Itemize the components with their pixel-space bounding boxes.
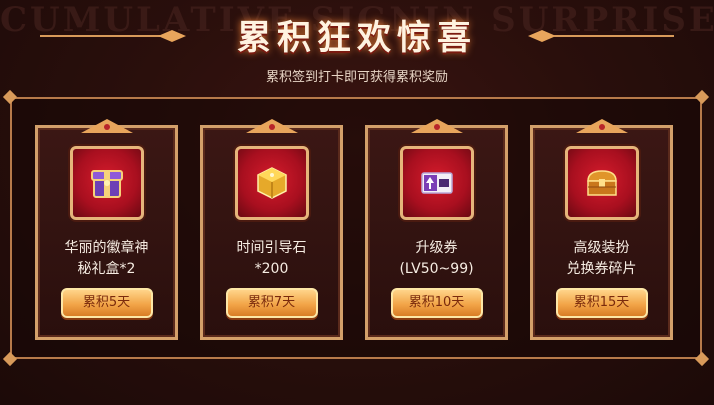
reward-name: 高级装扮 兑换券碎片 xyxy=(566,240,637,277)
golden-cube-icon xyxy=(256,167,287,199)
treasure-chest-icon xyxy=(586,170,617,196)
reward-item-slot xyxy=(564,146,639,220)
claim-15-days-button[interactable]: 累积15天 xyxy=(555,288,648,318)
title-right-ornament-icon xyxy=(528,30,674,42)
card-ornament-icon xyxy=(245,119,298,133)
reward-card-15-days: 高级装扮 兑换券碎片 累积15天 xyxy=(530,119,673,340)
card-ornament-icon xyxy=(575,119,628,133)
reward-name: 华丽的徽章神 秘礼盒*2 xyxy=(64,240,149,277)
reward-item-slot xyxy=(234,146,309,220)
reward-item-slot xyxy=(69,146,144,220)
treasure-box-icon xyxy=(90,170,123,198)
reward-card-10-days: 升级券 (LV50~99) 累积10天 xyxy=(365,119,508,340)
card-ornament-icon xyxy=(80,119,133,133)
reward-item-slot xyxy=(399,146,474,220)
reward-name: 时间引导石 *200 xyxy=(236,240,307,277)
page-subtitle: 累积签到打卡即可获得累积奖励 xyxy=(265,70,448,85)
card-ornament-icon xyxy=(410,119,463,133)
claim-5-days-button[interactable]: 累积5天 xyxy=(60,288,153,318)
reward-card-7-days: 时间引导石 *200 累积7天 xyxy=(200,119,343,340)
claim-7-days-button[interactable]: 累积7天 xyxy=(225,288,318,318)
level-ticket-icon xyxy=(420,172,453,194)
reward-name: 升级券 (LV50~99) xyxy=(399,240,474,277)
reward-card-5-days: 华丽的徽章神 秘礼盒*2 累积5天 xyxy=(35,119,178,340)
claim-10-days-button[interactable]: 累积10天 xyxy=(390,288,483,318)
